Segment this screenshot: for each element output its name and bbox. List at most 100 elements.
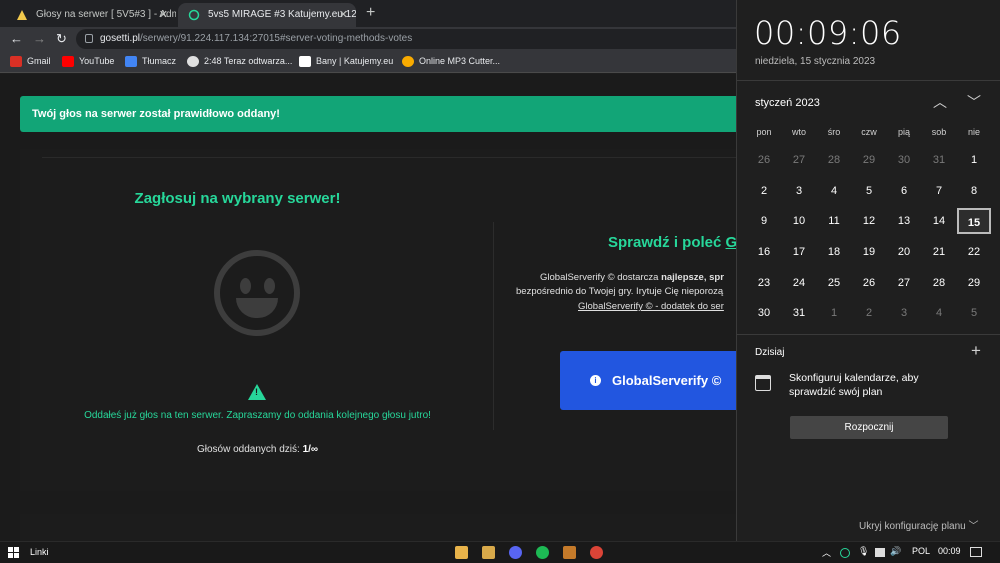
calendar-day[interactable]: 23: [747, 270, 781, 296]
calendar-day[interactable]: 7: [922, 178, 956, 204]
divider: [737, 334, 1000, 335]
bookmark-mp3-cutter[interactable]: Online MP3 Cutter...: [402, 55, 500, 68]
new-tab-button[interactable]: +: [366, 3, 375, 23]
calendar-day[interactable]: 6: [887, 178, 921, 204]
gs-description-line-1: GlobalServerify © dostarcza najlepsze, s…: [540, 272, 724, 283]
calendar-day[interactable]: 16: [747, 239, 781, 265]
notifications-icon[interactable]: [970, 547, 982, 557]
links-toolbar[interactable]: Linki: [30, 547, 49, 557]
taskbar-clock[interactable]: 00:09: [938, 546, 961, 556]
taskbar: Linki ︿ 🎙 🔊 POL 00:09: [0, 541, 1000, 563]
language-indicator[interactable]: POL: [912, 546, 930, 556]
calendar-day[interactable]: 29: [852, 147, 886, 173]
weekday-label: sob: [931, 127, 947, 137]
calendar-day[interactable]: 1: [817, 300, 851, 326]
calendar-day[interactable]: 26: [747, 147, 781, 173]
calendar-day[interactable]: 5: [852, 178, 886, 204]
start-button[interactable]: Rozpocznij: [790, 416, 948, 439]
calendar-day[interactable]: 12: [852, 208, 886, 234]
next-month-icon[interactable]: ﹀: [967, 92, 981, 112]
calendar-day[interactable]: 27: [887, 270, 921, 296]
calendar-day[interactable]: 25: [817, 270, 851, 296]
add-event-icon[interactable]: +: [971, 341, 981, 361]
calendar-day[interactable]: 24: [782, 270, 816, 296]
show-hidden-icons-icon[interactable]: ︿: [822, 546, 831, 559]
previous-month-icon[interactable]: ︿: [933, 92, 947, 112]
gs-description-link[interactable]: GlobalServerify © - dodatek do ser: [578, 301, 724, 312]
calendar-day[interactable]: 3: [887, 300, 921, 326]
weekday-label: śro: [827, 127, 841, 137]
already-voted-message: Oddałeś już głos na ten serwer. Zaprasza…: [84, 410, 431, 421]
close-tab-icon[interactable]: ✕: [159, 3, 168, 27]
tab-gosetti-admin[interactable]: Głosy na serwer [ 5V5#3 ] - Adm ✕: [6, 3, 176, 27]
calendar-day[interactable]: 14: [922, 208, 956, 234]
translate-icon: [125, 56, 137, 67]
tray-app-icon[interactable]: [840, 548, 850, 558]
steam-icon[interactable]: [875, 548, 885, 557]
warning-icon: !: [248, 384, 266, 400]
bookmark-gmail[interactable]: Gmail: [10, 55, 51, 68]
bookmark-label: 2:48 Teraz odtwarza...: [204, 56, 293, 66]
votes-today: Głosów oddanych dziś: 1/∞: [150, 444, 365, 455]
volume-icon[interactable]: 🔊: [890, 546, 901, 557]
calendar-day[interactable]: 15: [957, 208, 991, 234]
calendar-day[interactable]: 11: [817, 208, 851, 234]
calendar-day[interactable]: 26: [852, 270, 886, 296]
calendar-day[interactable]: 31: [922, 147, 956, 173]
calendar-day[interactable]: 4: [922, 300, 956, 326]
calendar-day[interactable]: 13: [887, 208, 921, 234]
calendar-day[interactable]: 19: [852, 239, 886, 265]
forward-arrow-icon[interactable]: →: [33, 31, 46, 47]
store-icon[interactable]: [482, 546, 495, 559]
back-arrow-icon[interactable]: ←: [10, 31, 23, 47]
chrome-icon[interactable]: [590, 546, 603, 559]
windows-start-icon[interactable]: [8, 547, 20, 559]
loading-favicon-icon: [188, 9, 200, 21]
calendar-day[interactable]: 8: [957, 178, 991, 204]
calendar-day[interactable]: 28: [817, 147, 851, 173]
divider: [42, 157, 762, 158]
calendar-day[interactable]: 3: [782, 178, 816, 204]
gs-button-label: GlobalServerify ©: [612, 373, 722, 388]
full-date[interactable]: niedziela, 15 stycznia 2023: [755, 56, 875, 67]
calendar-day[interactable]: 21: [922, 239, 956, 265]
calendar-day[interactable]: 30: [887, 147, 921, 173]
globalserverify-button[interactable]: i GlobalServerify ©: [560, 351, 760, 410]
calendar-day[interactable]: 4: [817, 178, 851, 204]
calendar-day[interactable]: 28: [922, 270, 956, 296]
calendar-day[interactable]: 1: [957, 147, 991, 173]
game-app-icon[interactable]: [563, 546, 576, 559]
address-bar[interactable]: gosetti.pl/serwery/91.224.117.134:27015#…: [76, 29, 776, 49]
calendar-day[interactable]: 2: [747, 178, 781, 204]
calendar-day[interactable]: 2: [852, 300, 886, 326]
success-alert: Twój głos na serwer został prawidłowo od…: [20, 96, 750, 132]
reload-icon[interactable]: ↻: [56, 31, 67, 47]
mp3cutter-icon: [402, 56, 414, 67]
bookmark-radio[interactable]: 2:48 Teraz odtwarza...: [187, 55, 292, 68]
calendar-day[interactable]: 5: [957, 300, 991, 326]
calendar-day[interactable]: 30: [747, 300, 781, 326]
calendar-day[interactable]: 27: [782, 147, 816, 173]
month-label[interactable]: styczeń 2023: [755, 97, 820, 109]
lock-icon: [85, 34, 93, 43]
calendar-day[interactable]: 9: [747, 208, 781, 234]
spotify-icon[interactable]: [536, 546, 549, 559]
tab-katujemy-mirage[interactable]: 5vs5 MIRAGE #3 Katujemy.eu 128 ✕: [178, 3, 356, 27]
calendar-day[interactable]: 20: [887, 239, 921, 265]
file-explorer-icon[interactable]: [455, 546, 468, 559]
calendar-day[interactable]: 29: [957, 270, 991, 296]
calendar-day[interactable]: 10: [782, 208, 816, 234]
calendar-day[interactable]: 18: [817, 239, 851, 265]
hide-plan-link[interactable]: Ukryj konfigurację planu ﹀: [859, 517, 979, 532]
calendar-day[interactable]: 22: [957, 239, 991, 265]
calendar-day[interactable]: 31: [782, 300, 816, 326]
bookmark-youtube[interactable]: YouTube: [62, 55, 114, 68]
close-tab-icon[interactable]: ✕: [339, 3, 348, 27]
bookmark-translate[interactable]: Tłumacz: [125, 55, 176, 68]
setup-calendar-text: Skonfiguruj kalendarze, aby sprawdzić sw…: [789, 372, 919, 398]
calendar-day[interactable]: 17: [782, 239, 816, 265]
microphone-icon[interactable]: 🎙: [858, 546, 869, 557]
discord-icon[interactable]: [509, 546, 522, 559]
gs-desc-text: GlobalServerify © dostarcza: [540, 272, 659, 283]
bookmark-katujemy[interactable]: Bany | Katujemy.eu: [299, 55, 393, 68]
